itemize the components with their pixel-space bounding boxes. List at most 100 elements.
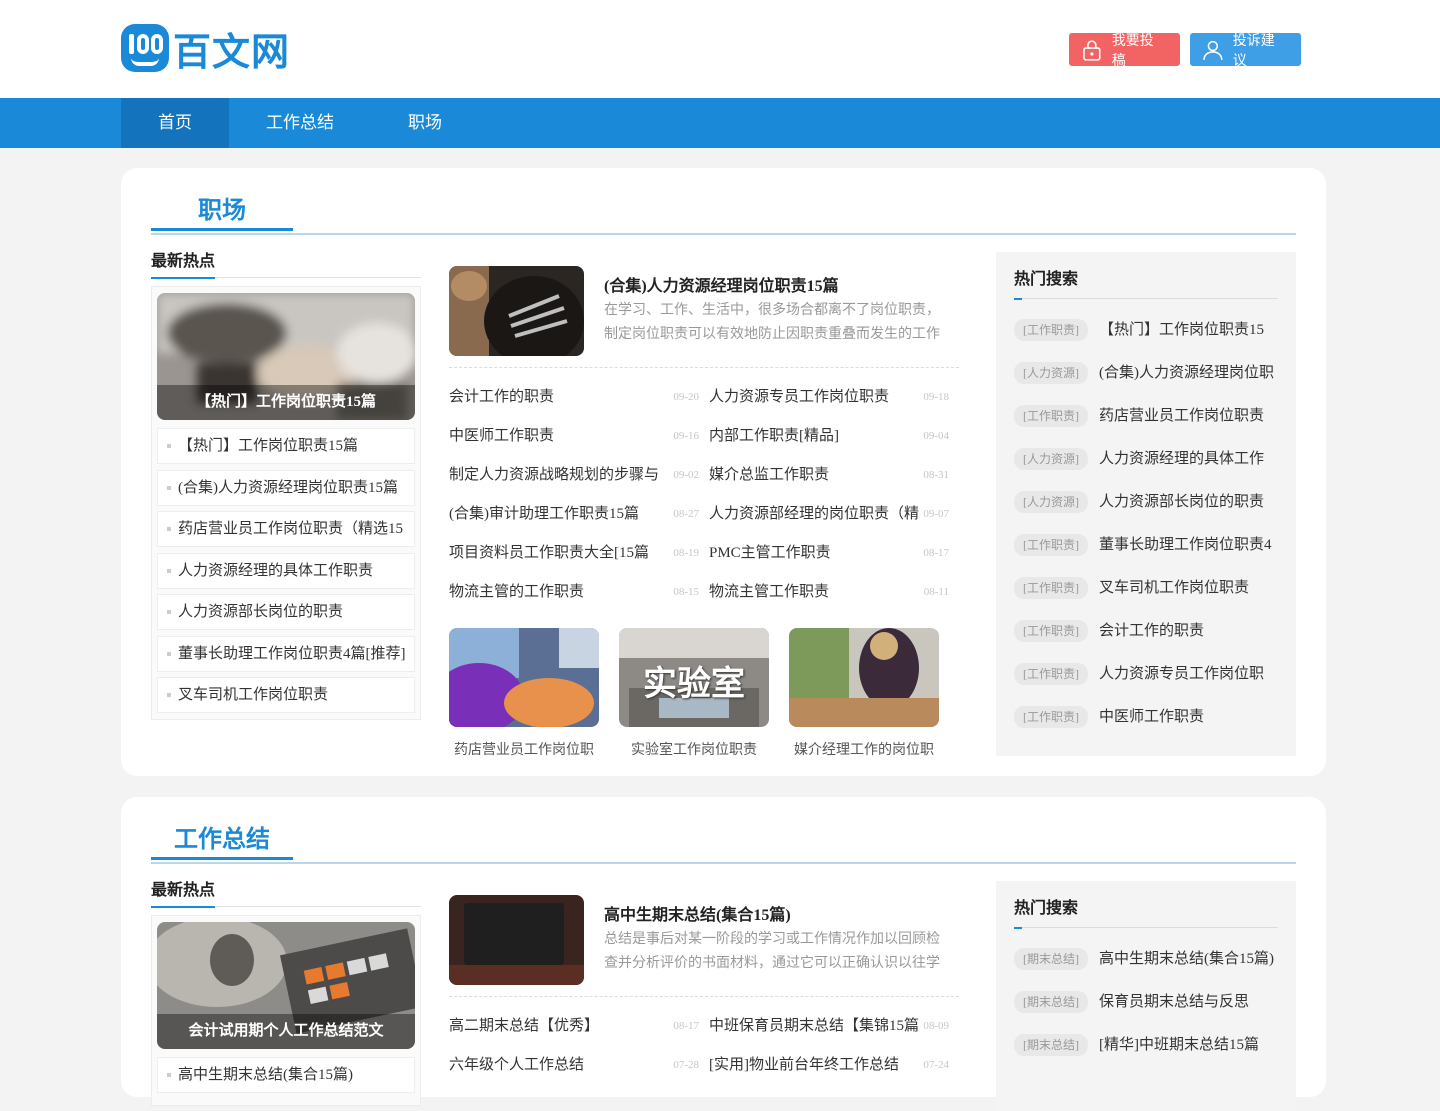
feature-caption: 会计试用期个人工作总结范文	[157, 1014, 415, 1049]
latest-hot-panel: 最新热点 会计试用期个人工作总结范文 高中生期末总结(集合15篇)	[151, 879, 421, 1106]
hot-list-item[interactable]: 人力资源部长岗位的职责	[157, 594, 415, 630]
article-list: 高中生期末总结(集合15篇) 总结是事后对某一阶段的学习或工作情况作加以回顾检查…	[449, 895, 959, 1085]
news-item[interactable]: PMC主管工作职责 08-17	[709, 534, 959, 573]
hot-search-item[interactable]: [工作职责] 叉车司机工作岗位职责	[1014, 577, 1278, 620]
news-date: 08-17	[921, 534, 949, 573]
feature-image[interactable]: 【热门】工作岗位职责15篇	[157, 293, 415, 420]
news-item[interactable]: (合集)审计助理工作职责15篇 08-27	[449, 495, 709, 534]
main-nav: 首页 工作总结 职场	[0, 98, 1440, 148]
hot-search-item[interactable]: [人力资源] 人力资源部长岗位的职责	[1014, 491, 1278, 534]
hot-list-item[interactable]: 高中生期末总结(集合15篇)	[157, 1057, 415, 1093]
category-tag[interactable]: [期末总结]	[1014, 991, 1088, 1013]
category-tag[interactable]: [工作职责]	[1014, 577, 1088, 599]
thumbnail-row: 药店营业员工作岗位职 实验室 实验室工作岗位职责 媒介经理工作的岗位职	[449, 628, 959, 759]
category-tag[interactable]: [工作职责]	[1014, 620, 1088, 642]
lead-article: (合集)人力资源经理岗位职责15篇 在学习、工作、生活中，很多场合都离不了岗位职…	[449, 266, 959, 368]
submit-article-button[interactable]: 我要投稿	[1069, 33, 1180, 69]
news-date: 09-02	[671, 456, 699, 495]
category-tag[interactable]: [期末总结]	[1014, 1034, 1088, 1056]
news-item[interactable]: 制定人力资源战略规划的步骤与 09-02	[449, 456, 709, 495]
hot-list-item[interactable]: 董事长助理工作岗位职责4篇[推荐]	[157, 635, 415, 672]
hot-search-item[interactable]: [工作职责] 【热门】工作岗位职责15	[1014, 319, 1278, 362]
news-item[interactable]: [实用]物业前台年终工作总结 07-24	[709, 1046, 959, 1085]
section-title[interactable]: 职场	[151, 190, 293, 230]
hot-search-item[interactable]: [期末总结] 保育员期末总结与反思	[1014, 991, 1278, 1034]
category-tag[interactable]: [工作职责]	[1014, 534, 1088, 556]
category-tag[interactable]: [工作职责]	[1014, 319, 1088, 341]
hot-search-panel: 热门搜索 [期末总结] 高中生期末总结(集合15篇) [期末总结] 保育员期末总结与…	[996, 881, 1296, 1111]
news-date: 08-27	[671, 495, 699, 534]
news-item[interactable]: 内部工作职责[精品] 09-04	[709, 417, 959, 456]
feature-caption: 【热门】工作岗位职责15篇	[157, 385, 415, 420]
lead-article-desc: 在学习、工作、生活中，很多场合都离不了岗位职责，制定岗位职责可以有效地防止因职责…	[604, 303, 940, 342]
hot-search-item[interactable]: [期末总结] 高中生期末总结(集合15篇)	[1014, 948, 1278, 991]
news-item[interactable]: 中班保育员期末总结【集锦15篇 08-09	[709, 1007, 959, 1046]
hot-search-item[interactable]: [工作职责] 董事长助理工作岗位职责4	[1014, 534, 1278, 577]
nav-workplace[interactable]: 职场	[371, 98, 479, 148]
news-date: 09-16	[671, 417, 699, 456]
news-date: 09-04	[921, 417, 949, 456]
hot-search-item[interactable]: [工作职责] 中医师工作职责	[1014, 706, 1278, 749]
lead-article-title[interactable]: (合集)人力资源经理岗位职责15篇	[604, 272, 839, 296]
lead-article-title[interactable]: 高中生期末总结(集合15篇)	[604, 901, 791, 925]
news-item[interactable]: 项目资料员工作职责大全[15篇 08-19	[449, 534, 709, 573]
news-date: 07-24	[921, 1046, 949, 1085]
lead-article-image[interactable]	[449, 266, 584, 356]
site-logo[interactable]: 百文网	[121, 24, 290, 74]
thumbnail-card[interactable]: 实验室 实验室工作岗位职责	[619, 628, 769, 759]
category-tag[interactable]: [工作职责]	[1014, 706, 1088, 728]
hot-search-item[interactable]: [期末总结] [精华]中班期末总结15篇	[1014, 1034, 1278, 1077]
lock-icon	[1083, 39, 1101, 61]
hot-search-item[interactable]: [工作职责] 会计工作的职责	[1014, 620, 1278, 663]
article-list: (合集)人力资源经理岗位职责15篇 在学习、工作、生活中，很多场合都离不了岗位职…	[449, 266, 959, 759]
complaint-button[interactable]: 投诉建议	[1190, 33, 1301, 69]
news-item[interactable]: 六年级个人工作总结 07-28	[449, 1046, 709, 1085]
news-item[interactable]: 人力资源专员工作岗位职责 09-18	[709, 378, 959, 417]
hot-list-item[interactable]: (合集)人力资源经理岗位职责15篇	[157, 469, 415, 506]
category-tag[interactable]: [期末总结]	[1014, 948, 1088, 970]
thumbnail-overlay-text: 实验室	[643, 664, 745, 704]
thumbnail-image	[449, 628, 599, 727]
hot-list-item[interactable]: 叉车司机工作岗位职责	[157, 677, 415, 713]
news-item[interactable]: 媒介总监工作职责 08-31	[709, 456, 959, 495]
hot-list-item[interactable]: 【热门】工作岗位职责15篇	[157, 428, 415, 464]
logo-text: 百文网	[173, 29, 291, 74]
news-item[interactable]: 高二期末总结【优秀】 08-17	[449, 1007, 709, 1046]
thumbnail-image	[789, 628, 939, 727]
news-item[interactable]: 物流主管的工作职责 08-15	[449, 573, 709, 612]
section-work-summary: 工作总结 最新热点 会计试用期个人工作总结范文 高中生期末总结(集合15篇) 高…	[121, 797, 1326, 1111]
hot-search-item[interactable]: [人力资源] (合集)人力资源经理岗位职	[1014, 362, 1278, 405]
nav-home[interactable]: 首页	[121, 98, 229, 148]
hot-search-heading: 热门搜索	[1014, 269, 1278, 300]
thumbnail-card[interactable]: 媒介经理工作的岗位职	[789, 628, 939, 759]
hot-list-item[interactable]: 药店营业员工作岗位职责（精选15	[157, 511, 415, 547]
thumbnail-card[interactable]: 药店营业员工作岗位职	[449, 628, 599, 759]
feature-image[interactable]: 会计试用期个人工作总结范文	[157, 922, 415, 1049]
news-date: 08-15	[671, 573, 699, 612]
nav-work-summary[interactable]: 工作总结	[229, 98, 371, 148]
hot-search-item[interactable]: [人力资源] 人力资源经理的具体工作	[1014, 448, 1278, 491]
submit-article-label: 我要投稿	[1111, 33, 1154, 69]
news-date: 09-18	[921, 378, 949, 417]
hot-search-item[interactable]: [工作职责] 药店营业员工作岗位职责	[1014, 405, 1278, 448]
news-item[interactable]: 中医师工作职责 09-16	[449, 417, 709, 456]
divider	[151, 862, 1296, 864]
news-item[interactable]: 人力资源部经理的岗位职责（精 09-07	[709, 495, 959, 534]
logo-icon	[121, 24, 169, 72]
section-workplace: 职场 最新热点 【热门】工作岗位职责15篇 【热门】工作岗位职责15篇 (合集)…	[121, 168, 1326, 776]
category-tag[interactable]: [人力资源]	[1014, 362, 1088, 384]
news-date: 08-31	[921, 456, 949, 495]
hot-search-item[interactable]: [工作职责] 人力资源专员工作岗位职	[1014, 663, 1278, 706]
hot-list-item[interactable]: 人力资源经理的具体工作职责	[157, 552, 415, 589]
section-title[interactable]: 工作总结	[151, 819, 293, 859]
lead-article-image[interactable]	[449, 895, 584, 985]
thumbnail-image: 实验室	[619, 628, 769, 727]
category-tag[interactable]: [人力资源]	[1014, 491, 1088, 513]
category-tag[interactable]: [工作职责]	[1014, 663, 1088, 685]
thumbnail-caption: 媒介经理工作的岗位职	[794, 743, 934, 758]
latest-hot-heading: 最新热点	[151, 879, 421, 908]
news-item[interactable]: 物流主管工作职责 08-11	[709, 573, 959, 612]
category-tag[interactable]: [人力资源]	[1014, 448, 1088, 470]
news-item[interactable]: 会计工作的职责 09-20	[449, 378, 709, 417]
category-tag[interactable]: [工作职责]	[1014, 405, 1088, 427]
